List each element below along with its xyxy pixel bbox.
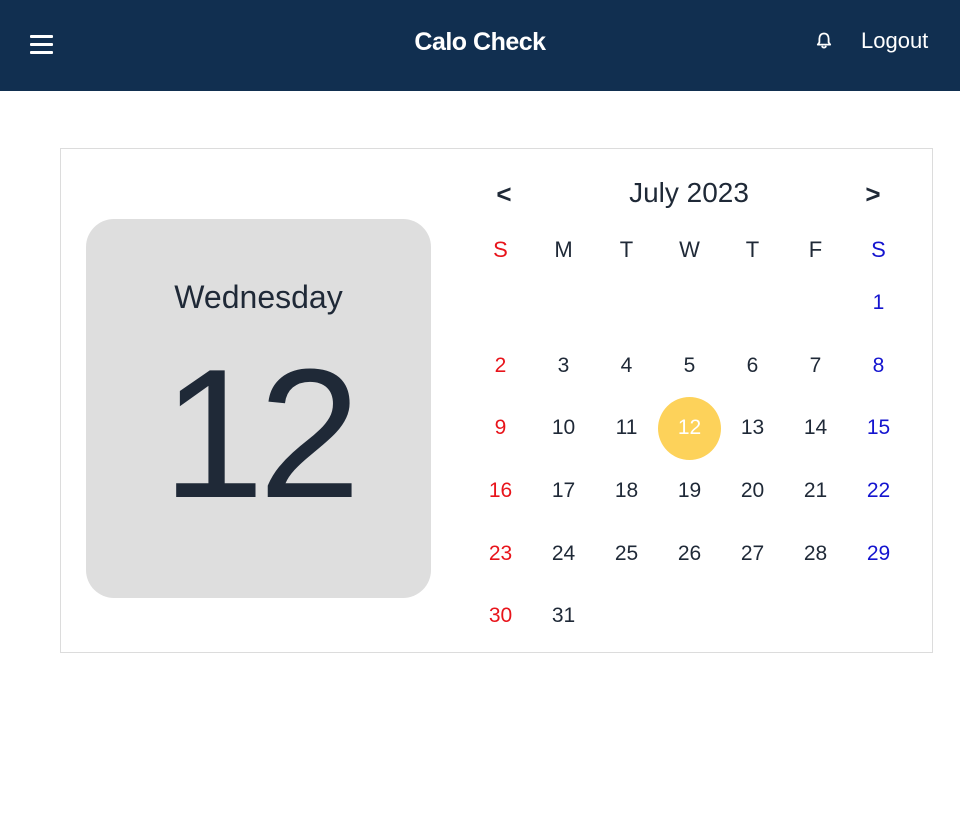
day-cell[interactable]: 25	[595, 522, 658, 585]
day-number: 13	[740, 416, 765, 440]
empty-day-cell	[784, 272, 847, 335]
weekday-header: S	[871, 236, 886, 262]
top-navbar: Calo Check Logout	[0, 0, 960, 91]
day-number: 25	[614, 541, 639, 565]
day-grid: 1 2 3 4 5 6 7 8 9 10 11 12 13 14 15 16 17 18 19 20 21 22 23 24 2…	[469, 272, 910, 648]
day-number: 20	[740, 479, 765, 503]
selected-weekday: Wednesday	[174, 279, 343, 315]
day-cell[interactable]: 28	[784, 522, 847, 585]
day-number: 18	[614, 479, 639, 503]
day-cell[interactable]: 11	[595, 397, 658, 460]
empty-day-cell	[595, 272, 658, 335]
day-cell[interactable]: 4	[595, 335, 658, 398]
day-number: 28	[803, 541, 828, 565]
weekday-header: W	[679, 236, 700, 262]
day-number: 11	[615, 416, 638, 440]
weekday-header: M	[554, 236, 573, 262]
month-grid: SMTWTFS 1 2 3 4 5 6 7 8 9 10 11 12 13 14 15 16 17 18 19 20 2…	[469, 227, 910, 648]
day-cell[interactable]: 3	[532, 335, 595, 398]
day-cell[interactable]: 7	[784, 335, 847, 398]
day-cell[interactable]: 16	[469, 460, 532, 523]
day-cell[interactable]: 10	[532, 397, 595, 460]
day-cell[interactable]: 20	[721, 460, 784, 523]
day-cell[interactable]: 13	[721, 397, 784, 460]
day-cell[interactable]: 8	[847, 335, 910, 398]
day-cell[interactable]: 26	[658, 522, 721, 585]
day-cell[interactable]: 29	[847, 522, 910, 585]
selected-day-panel: Wednesday 12	[86, 219, 431, 598]
prev-month-button[interactable]: <	[489, 179, 519, 210]
day-number: 14	[803, 416, 828, 440]
day-number: 29	[866, 541, 891, 565]
day-cell[interactable]: 15	[847, 397, 910, 460]
day-cell-selected[interactable]: 12	[658, 396, 721, 460]
day-cell[interactable]: 21	[784, 460, 847, 523]
weekday-header: F	[808, 236, 823, 262]
empty-day-cell	[721, 272, 784, 335]
day-number: 31	[551, 604, 576, 628]
day-number: 16	[488, 479, 513, 503]
day-cell[interactable]: 30	[469, 585, 532, 648]
day-number: 4	[620, 353, 633, 377]
day-number: 7	[809, 353, 822, 377]
day-number: 19	[677, 479, 702, 503]
day-number: 21	[803, 479, 828, 503]
weekday-header: S	[493, 236, 508, 262]
day-cell[interactable]: 23	[469, 522, 532, 585]
day-number: 30	[488, 604, 513, 628]
day-cell[interactable]: 1	[847, 272, 910, 335]
month-title: July 2023	[629, 177, 749, 208]
empty-day-cell	[658, 272, 721, 335]
day-number: 27	[740, 541, 765, 565]
day-number: 15	[866, 416, 891, 440]
day-cell[interactable]: 27	[721, 522, 784, 585]
day-number: 3	[557, 353, 570, 377]
day-number: 23	[488, 541, 513, 565]
empty-day-cell	[532, 272, 595, 335]
day-number: 26	[677, 541, 702, 565]
weekday-header: T	[745, 236, 760, 262]
next-month-button[interactable]: >	[858, 179, 888, 210]
day-cell[interactable]: 17	[532, 460, 595, 523]
day-number: 5	[683, 353, 696, 377]
day-cell[interactable]: 5	[658, 335, 721, 398]
day-cell[interactable]: 19	[658, 460, 721, 523]
day-cell[interactable]: 9	[469, 397, 532, 460]
day-number: 6	[746, 353, 759, 377]
day-cell[interactable]: 31	[532, 585, 595, 648]
weekday-header-row: SMTWTFS	[469, 227, 910, 272]
selected-day-number: 12	[162, 330, 361, 536]
day-number: 24	[551, 541, 576, 565]
weekday-header: T	[619, 236, 634, 262]
day-cell[interactable]: 18	[595, 460, 658, 523]
day-cell[interactable]: 14	[784, 397, 847, 460]
day-number: 1	[872, 291, 885, 315]
logout-link[interactable]: Logout	[861, 28, 928, 54]
day-cell[interactable]: 6	[721, 335, 784, 398]
day-number: 8	[872, 353, 885, 377]
day-number: 2	[494, 353, 507, 377]
hamburger-menu-icon[interactable]	[30, 33, 54, 55]
day-number: 12	[658, 396, 721, 460]
day-number: 10	[551, 416, 576, 440]
calendar-card: Wednesday 12 < July 2023 > SMTWTFS 12345…	[60, 148, 933, 653]
empty-day-cell	[469, 272, 532, 335]
day-cell[interactable]: 2	[469, 335, 532, 398]
day-number: 22	[866, 479, 891, 503]
day-number: 17	[551, 479, 576, 503]
day-cell[interactable]: 24	[532, 522, 595, 585]
day-number: 9	[494, 416, 507, 440]
bell-icon[interactable]	[813, 30, 835, 52]
day-cell[interactable]: 22	[847, 460, 910, 523]
